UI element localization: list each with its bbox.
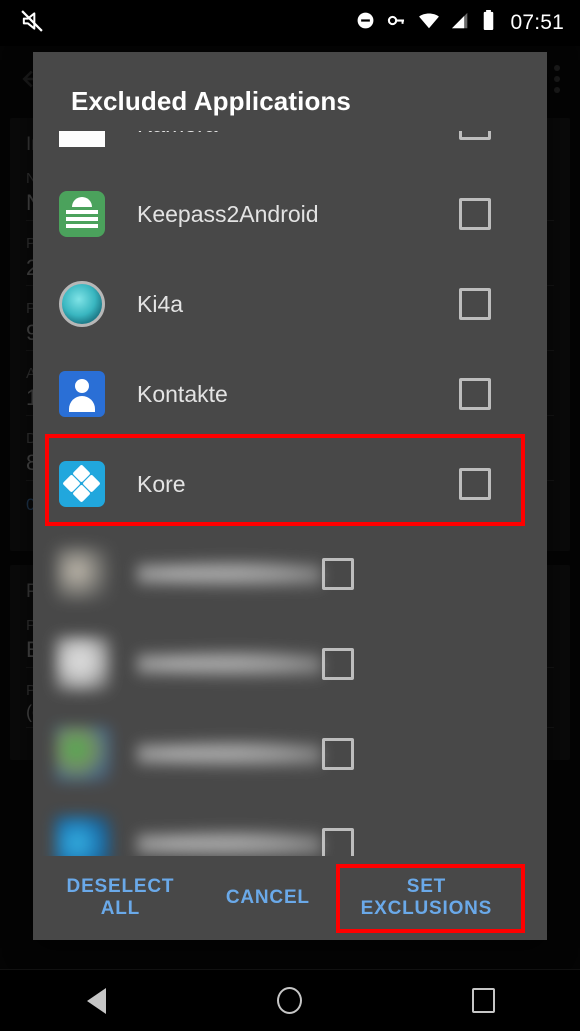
cancel-button[interactable]: CANCEL (208, 873, 328, 923)
status-bar-clock: 07:51 (510, 11, 564, 34)
app-name-label: Ki4a (137, 290, 184, 317)
vpn-key-icon (386, 11, 407, 35)
camera-app-icon (59, 131, 105, 147)
app-name-label: Kamera (137, 131, 459, 138)
redacted-app-name (137, 649, 322, 679)
back-nav-button[interactable] (57, 977, 137, 1025)
list-item-keepass2android[interactable]: Keepass2Android (33, 169, 547, 259)
mute-icon (18, 7, 46, 40)
status-bar-left-icons (0, 7, 356, 40)
list-item[interactable] (33, 799, 547, 856)
list-item[interactable] (33, 529, 547, 619)
redacted-app-name (137, 829, 322, 856)
status-bar-right-icons: 07:51 (356, 10, 580, 36)
home-nav-button[interactable] (250, 977, 330, 1025)
set-exclusions-button[interactable]: SET EXCLUSIONS (328, 862, 525, 934)
kontakte-app-icon (59, 371, 105, 417)
kore-app-icon (59, 461, 105, 507)
ki4a-app-icon (59, 281, 105, 327)
app-name-label: Keepass2Android (137, 200, 319, 227)
redacted-app-icon (55, 816, 111, 856)
redacted-app-name (137, 739, 322, 769)
app-name-label: Kontakte (137, 380, 228, 407)
home-circle-icon (277, 987, 303, 1014)
list-item-kamera[interactable]: Kamera (33, 131, 547, 169)
android-screen: 07:51 In N N Pr 2 Pu (0, 0, 580, 1031)
battery-icon (482, 10, 495, 36)
redacted-app-icon (55, 546, 111, 602)
wifi-icon (418, 12, 440, 35)
recents-square-icon (471, 988, 495, 1013)
dialog-title: Excluded Applications (33, 52, 547, 131)
app-checkbox[interactable] (459, 288, 491, 320)
list-item[interactable] (33, 619, 547, 709)
app-checkbox[interactable] (322, 828, 354, 856)
back-triangle-icon (87, 987, 107, 1014)
app-checkbox[interactable] (459, 131, 491, 140)
cellular-signal-icon (451, 12, 471, 35)
app-checkbox[interactable] (322, 738, 354, 770)
redacted-app-icon (55, 726, 111, 782)
list-item-kontakte[interactable]: Kontakte (33, 349, 547, 439)
navigation-bar (0, 969, 580, 1031)
dialog-action-bar: DESELECT ALL CANCEL SET EXCLUSIONS (33, 856, 547, 940)
keepass2android-app-icon (59, 191, 105, 237)
recents-nav-button[interactable] (443, 977, 523, 1025)
status-bar: 07:51 (0, 0, 580, 46)
app-list[interactable]: Kamera Keepass2Android Ki4a (33, 131, 547, 856)
app-checkbox[interactable] (459, 468, 491, 500)
app-checkbox[interactable] (459, 378, 491, 410)
app-name-label: Kore (137, 470, 186, 497)
excluded-applications-dialog: Excluded Applications Kamera Keepass2And… (33, 52, 547, 940)
list-item[interactable] (33, 709, 547, 799)
deselect-all-button[interactable]: DESELECT ALL (33, 862, 208, 934)
app-checkbox[interactable] (322, 558, 354, 590)
app-checkbox[interactable] (459, 198, 491, 230)
redacted-app-icon (55, 636, 111, 692)
list-item-ki4a[interactable]: Ki4a (33, 259, 547, 349)
redacted-app-name (137, 559, 322, 589)
app-checkbox[interactable] (322, 648, 354, 680)
list-item-kore[interactable]: Kore (33, 439, 547, 529)
do-not-disturb-icon (356, 11, 375, 35)
